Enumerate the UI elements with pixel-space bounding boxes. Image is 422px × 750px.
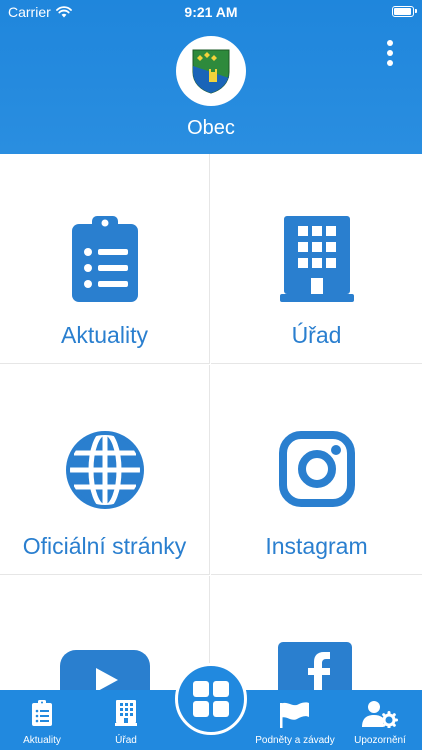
status-bar: Carrier 9:21 AM (0, 0, 422, 24)
clipboard-list-icon (71, 216, 138, 302)
more-vertical-icon (387, 40, 393, 46)
tile-aktuality[interactable]: Aktuality (0, 154, 210, 364)
flag-icon (280, 702, 309, 728)
tab-label: Úřad (115, 735, 137, 746)
page-title: Obec (187, 117, 235, 139)
instagram-icon (278, 431, 355, 507)
tile-label: Oficiální stránky (22, 533, 187, 559)
tile-label: Úřad (291, 322, 342, 348)
battery-icon (392, 6, 417, 17)
tile-youtube[interactable] (0, 576, 210, 690)
tab-urad[interactable]: Úřad (84, 690, 168, 750)
more-dot (387, 60, 393, 66)
tab-label: Upozornění (354, 735, 406, 746)
building-icon (115, 700, 137, 726)
tab-label: Podněty a závady (255, 735, 335, 746)
tile-oficialni-stranky[interactable]: Oficiální stránky (0, 365, 210, 575)
status-time: 9:21 AM (184, 4, 238, 20)
tab-aktuality[interactable]: Aktuality (0, 690, 84, 750)
grid-icon (193, 681, 229, 717)
tile-label: Aktuality (61, 322, 148, 348)
youtube-icon (60, 650, 150, 690)
tab-label: Aktuality (23, 735, 61, 746)
tile-grid: Aktuality Úřad Oficiální stránky Instagr… (0, 154, 422, 690)
facebook-icon (278, 642, 352, 690)
tile-urad[interactable]: Úřad (211, 154, 422, 364)
user-gear-icon (362, 701, 398, 728)
header: Carrier 9:21 AM Obec (0, 0, 422, 154)
building-icon (279, 216, 354, 302)
tile-facebook[interactable] (211, 576, 422, 690)
more-menu-button[interactable] (380, 38, 400, 68)
battery-fill (394, 8, 411, 15)
globe-icon (65, 430, 144, 510)
coat-of-arms-icon (192, 49, 230, 94)
more-dot (387, 50, 393, 56)
tab-podnety-a-zavady[interactable]: Podněty a závady (252, 690, 338, 750)
app: Carrier 9:21 AM Obec Aktuality Úřad Ofic… (0, 0, 422, 750)
tile-instagram[interactable]: Instagram (211, 365, 422, 575)
coat-of-arms-logo (176, 36, 246, 106)
tab-upozorneni[interactable]: Upozornění (338, 690, 422, 750)
tile-label: Instagram (265, 533, 368, 559)
home-grid-button[interactable] (175, 663, 247, 735)
clipboard-list-icon (32, 700, 52, 726)
